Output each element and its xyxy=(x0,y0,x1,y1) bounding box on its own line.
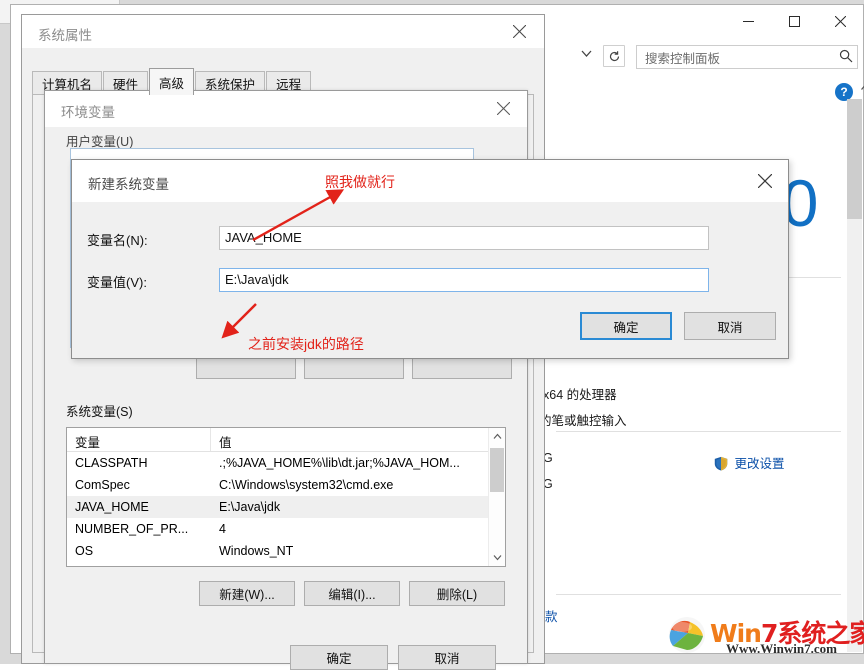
minimize-button[interactable] xyxy=(725,5,771,37)
system-properties-title: 系统属性 xyxy=(38,28,92,43)
env-cancel-button[interactable]: 取消 xyxy=(398,645,496,670)
tab-advanced[interactable]: 高级 xyxy=(149,68,195,95)
search-icon xyxy=(839,49,853,66)
cell-variable: CLASSPATH xyxy=(75,456,148,470)
variable-name-label: 变量名(N): xyxy=(87,233,148,248)
cell-variable: OS xyxy=(75,544,94,558)
change-settings-label: 更改设置 xyxy=(734,457,785,471)
edit-button[interactable]: 编辑(I)... xyxy=(304,581,400,606)
close-icon[interactable] xyxy=(498,17,540,45)
cell-value: 4 xyxy=(219,522,226,536)
chevron-down-icon[interactable] xyxy=(580,47,593,63)
table-row[interactable]: JAVA_HOME E:\Java\jdk xyxy=(67,496,505,518)
cell-value: Windows_NT xyxy=(219,544,294,558)
user-edit-button[interactable] xyxy=(304,356,404,379)
cell-value: E:\Java\jdk xyxy=(219,500,281,514)
env-ok-button[interactable]: 确定 xyxy=(290,645,388,670)
new-variable-titlebar: 新建系统变量 xyxy=(72,160,788,202)
close-icon[interactable] xyxy=(748,166,782,196)
table-row[interactable]: CLASSPATH .;%JAVA_HOME%\lib\dt.jar;%JAVA… xyxy=(67,452,505,474)
list-scrollbar[interactable] xyxy=(488,428,505,566)
cp-text: x64 的处理器 xyxy=(543,388,617,402)
search-input[interactable]: 搜索控制面板 xyxy=(636,45,858,69)
table-row[interactable]: OS Windows_NT xyxy=(67,540,505,562)
search-placeholder: 搜索控制面板 xyxy=(645,51,721,66)
scroll-down-arrow[interactable] xyxy=(489,549,505,566)
column-header-variable: 变量 xyxy=(67,428,211,451)
column-header-value: 值 xyxy=(219,436,232,450)
cancel-button[interactable]: 取消 xyxy=(684,312,776,340)
delete-button[interactable]: 删除(L) xyxy=(409,581,505,606)
new-variable-buttons: 确定 取消 xyxy=(580,312,776,340)
user-delete-button[interactable] xyxy=(412,356,512,379)
variable-name-input[interactable]: JAVA_HOME xyxy=(219,226,709,250)
ok-button[interactable]: 确定 xyxy=(580,312,672,340)
table-row[interactable]: NUMBER_OF_PR... 4 xyxy=(67,518,505,540)
new-variable-title: 新建系统变量 xyxy=(88,177,169,192)
scroll-up-arrow[interactable] xyxy=(489,428,505,445)
cp-text: 的笔或触控输入 xyxy=(539,414,627,428)
environment-variables-footer: 确定 取消 xyxy=(290,645,496,670)
environment-variables-title: 环境变量 xyxy=(61,105,115,120)
cell-value: .;%JAVA_HOME%\lib\dt.jar;%JAVA_HOM... xyxy=(219,456,460,470)
cell-variable: NUMBER_OF_PR... xyxy=(75,522,189,536)
windows-logo-icon xyxy=(666,616,708,654)
bottom-link[interactable]: 款 xyxy=(545,606,558,625)
environment-variables-titlebar: 环境变量 xyxy=(45,91,527,127)
watermark: Win7系统之家 Www.Winwin7.com xyxy=(666,614,864,658)
annotation-top: 照我做就行 xyxy=(325,174,395,190)
system-properties-titlebar: 系统属性 xyxy=(22,15,544,49)
maximize-button[interactable] xyxy=(771,5,817,37)
system-variables-list[interactable]: 变量 值 CLASSPATH .;%JAVA_HOME%\lib\dt.jar;… xyxy=(66,427,506,567)
cell-variable: JAVA_HOME xyxy=(75,500,149,514)
system-variables-buttons: 新建(W)... 编辑(I)... 删除(L) xyxy=(199,581,505,606)
close-icon[interactable] xyxy=(483,94,523,122)
user-new-button[interactable] xyxy=(196,356,296,379)
page-scrollbar-thumb[interactable] xyxy=(847,99,862,219)
shield-icon xyxy=(714,456,728,471)
divider xyxy=(556,431,841,432)
refresh-icon[interactable] xyxy=(603,45,625,67)
cell-variable: ComSpec xyxy=(75,478,130,492)
table-row[interactable]: ComSpec C:\Windows\system32\cmd.exe xyxy=(67,474,505,496)
list-scrollbar-thumb[interactable] xyxy=(490,448,504,492)
scroll-up-arrow[interactable] xyxy=(858,83,864,95)
change-settings-link[interactable]: 更改设置 xyxy=(714,453,785,472)
variable-value-label: 变量值(V): xyxy=(87,275,147,290)
user-variables-buttons xyxy=(196,356,512,379)
cell-value: C:\Windows\system32\cmd.exe xyxy=(219,478,394,492)
close-button[interactable] xyxy=(817,5,863,37)
variable-value-input[interactable]: E:\Java\jdk xyxy=(219,268,709,292)
annotation-bottom: 之前安装jdk的路径 xyxy=(248,336,364,352)
new-system-variable-dialog: 新建系统变量 变量名(N): JAVA_HOME 变量值(V): E:\Java… xyxy=(71,159,789,359)
list-header: 变量 值 xyxy=(67,428,505,452)
system-variables-label: 系统变量(S) xyxy=(66,405,133,419)
divider xyxy=(556,594,841,595)
watermark-url: Www.Winwin7.com xyxy=(726,641,837,656)
new-button[interactable]: 新建(W)... xyxy=(199,581,295,606)
desktop-background: 系统… 搜索 xyxy=(0,0,864,670)
window-controls xyxy=(725,5,863,37)
